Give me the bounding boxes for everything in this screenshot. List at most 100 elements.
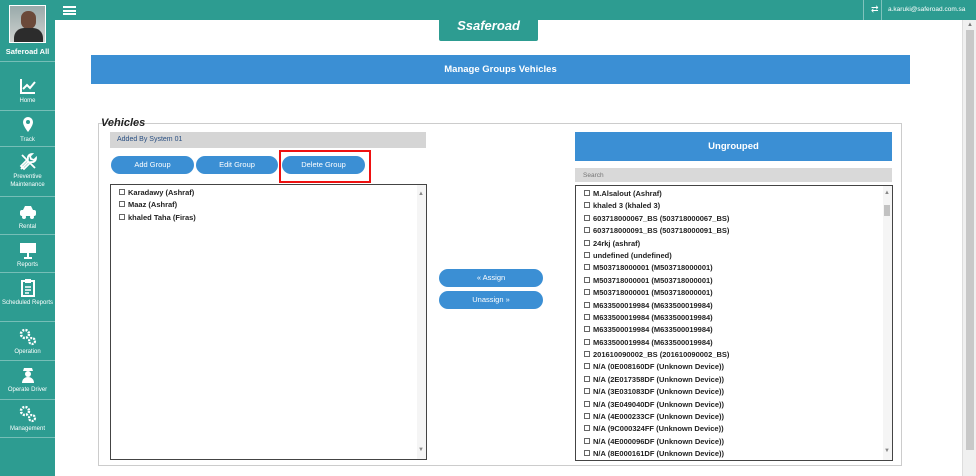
sidebar-item-home[interactable]: Home (0, 76, 55, 106)
search-input[interactable] (575, 168, 892, 182)
menu-toggle-icon[interactable] (63, 6, 76, 15)
add-group-button[interactable]: Add Group (111, 156, 194, 174)
ungrouped-header: Ungrouped (575, 132, 892, 161)
checkbox[interactable] (584, 289, 590, 296)
sidebar-item-operate-driver[interactable]: Operate Driver (0, 365, 55, 395)
group-vehicle-list[interactable]: Karadawy (Ashraf) Maaz (Ashraf) khaled Tah… (110, 184, 427, 460)
list-item[interactable]: N/A (4E000096DF (Unknown Device)) (576, 436, 892, 448)
ungrouped-vehicle-list[interactable]: M.Alsalout (Ashraf) khaled 3 (khaled 3) 60… (575, 185, 893, 461)
sidebar-item-rental[interactable]: Rental (0, 202, 55, 232)
checkbox[interactable] (584, 351, 590, 358)
vehicle-label: M503718000001 (M503718000001) (593, 263, 713, 273)
list-item[interactable]: N/A (4E000233CF (Unknown Device)) (576, 411, 892, 423)
checkbox[interactable] (584, 190, 590, 196)
vehicle-label: N/A (9C000324FF (Unknown Device)) (593, 424, 724, 434)
list-item[interactable]: N/A (9C000324FF (Unknown Device)) (576, 423, 892, 435)
checkbox[interactable] (584, 450, 590, 457)
vehicle-label: M633500019984 (M633500019984) (593, 312, 713, 322)
list-item[interactable]: M503718000001 (M503718000001) (576, 287, 892, 299)
vehicle-label: Maaz (Ashraf) (128, 200, 178, 210)
list-item[interactable]: M633500019984 (M633500019984) (576, 300, 892, 312)
list-item[interactable]: M503718000001 (M503718000001) (576, 262, 892, 274)
list-item[interactable]: M503718000001 (M503718000001) (576, 275, 892, 287)
vehicle-label: M503718000001 (M503718000001) (593, 288, 713, 298)
logo-text: saferoad (465, 18, 520, 33)
list-item[interactable]: 603718000091_BS (503718000091_BS) (576, 225, 892, 237)
checkbox[interactable] (584, 413, 590, 420)
checkbox[interactable] (584, 400, 590, 407)
avatar[interactable] (9, 5, 46, 43)
vehicle-label: N/A (8E000161DF (Unknown Device)) (593, 449, 725, 459)
list-item[interactable]: Maaz (Ashraf) (111, 199, 426, 211)
vehicle-label: N/A (3E031083DF (Unknown Device)) (593, 387, 725, 397)
sidebar-item-reports[interactable]: Reports (0, 240, 55, 270)
sidebar-item-scheduled-reports[interactable]: Scheduled Reports (0, 278, 55, 308)
list-item[interactable]: 24rkj (ashraf) (576, 238, 892, 250)
checkbox[interactable] (584, 313, 590, 320)
list-item[interactable]: N/A (2E017358DF (Unknown Device)) (576, 374, 892, 386)
list-item[interactable]: M633500019984 (M633500019984) (576, 312, 892, 324)
list-item[interactable]: N/A (8E000161DF (Unknown Device)) (576, 448, 892, 460)
checkbox[interactable] (584, 326, 590, 333)
sidebar-item-preventive-maintenance[interactable]: Preventive Maintenance (0, 152, 55, 189)
checkbox[interactable] (119, 213, 125, 220)
list-item[interactable]: Karadawy (Ashraf) (111, 187, 426, 199)
checkbox[interactable] (584, 202, 590, 209)
list-item[interactable]: M633500019984 (M633500019984) (576, 324, 892, 336)
wrench-icon (19, 153, 37, 171)
vehicle-label: M633500019984 (M633500019984) (593, 337, 713, 347)
checkbox[interactable] (584, 276, 590, 283)
vehicle-label: M633500019984 (M633500019984) (593, 300, 713, 310)
checkbox[interactable] (584, 437, 590, 444)
settings-icon (19, 405, 36, 423)
vehicle-label: N/A (4E000096DF (Unknown Device)) (593, 436, 725, 446)
list-item[interactable]: 603718000067_BS (503718000067_BS) (576, 213, 892, 225)
highlight-box (279, 150, 371, 183)
car-icon (19, 206, 36, 219)
sidebar-item-label: Operation (14, 349, 41, 355)
sidebar-item-operation[interactable]: Operation (0, 327, 55, 357)
checkbox[interactable] (584, 227, 590, 234)
list-item[interactable]: 201610090002_BS (201610090002_BS) (576, 349, 892, 361)
edit-group-button[interactable]: Edit Group (196, 156, 278, 174)
checkbox[interactable] (584, 388, 590, 395)
assign-button[interactable]: « Assign (439, 269, 543, 287)
driver-icon (21, 368, 34, 383)
list-item[interactable]: M633500019984 (M633500019984) (576, 337, 892, 349)
group-selector[interactable]: Added By System 01 (110, 132, 426, 148)
unassign-button[interactable]: Unassign » (439, 291, 543, 309)
language-icon[interactable]: ⇄ (871, 4, 879, 15)
list-item[interactable]: N/A (0E008160DF (Unknown Device)) (576, 361, 892, 373)
checkbox[interactable] (584, 338, 590, 345)
user-email[interactable]: a.karuki@saferoad.com.sa (888, 6, 965, 13)
list-item[interactable]: M.Alsalout (Ashraf) (576, 188, 892, 200)
vehicle-label: 603718000091_BS (503718000091_BS) (593, 226, 730, 236)
sidebar-item-management[interactable]: Management (0, 404, 55, 434)
checkbox[interactable] (119, 189, 125, 195)
sidebar-item-label: Rental (18, 224, 37, 230)
saferoad-logo: Ssaferoad (439, 10, 538, 41)
list-item[interactable]: N/A (3E031083DF (Unknown Device)) (576, 386, 892, 398)
checkbox[interactable] (584, 251, 590, 258)
checkbox[interactable] (119, 201, 125, 208)
checkbox[interactable] (584, 375, 590, 382)
vehicle-label: khaled 3 (khaled 3) (593, 201, 661, 211)
checkbox[interactable] (584, 425, 590, 432)
list-item[interactable]: N/A (3E049040DF (Unknown Device)) (576, 399, 892, 411)
sidebar-item-label: Home (19, 98, 36, 104)
list-scrollbar[interactable]: ▲ ▼ (883, 186, 892, 460)
vehicle-label: 603718000067_BS (503718000067_BS) (593, 213, 730, 223)
checkbox[interactable] (584, 363, 590, 370)
page-title: Manage Groups Vehicles (91, 55, 910, 84)
list-scrollbar[interactable]: ▲ ▼ (417, 185, 426, 459)
vehicle-label: M.Alsalout (Ashraf) (593, 189, 662, 198)
page-scrollbar[interactable]: ▲ (962, 20, 976, 476)
checkbox[interactable] (584, 301, 590, 308)
checkbox[interactable] (584, 264, 590, 271)
checkbox[interactable] (584, 239, 590, 246)
list-item[interactable]: khaled Taha (Firas) (111, 212, 426, 224)
sidebar-item-track[interactable]: Track (0, 115, 55, 145)
list-item[interactable]: undefined (undefined) (576, 250, 892, 262)
checkbox[interactable] (584, 214, 590, 221)
list-item[interactable]: khaled 3 (khaled 3) (576, 200, 892, 212)
